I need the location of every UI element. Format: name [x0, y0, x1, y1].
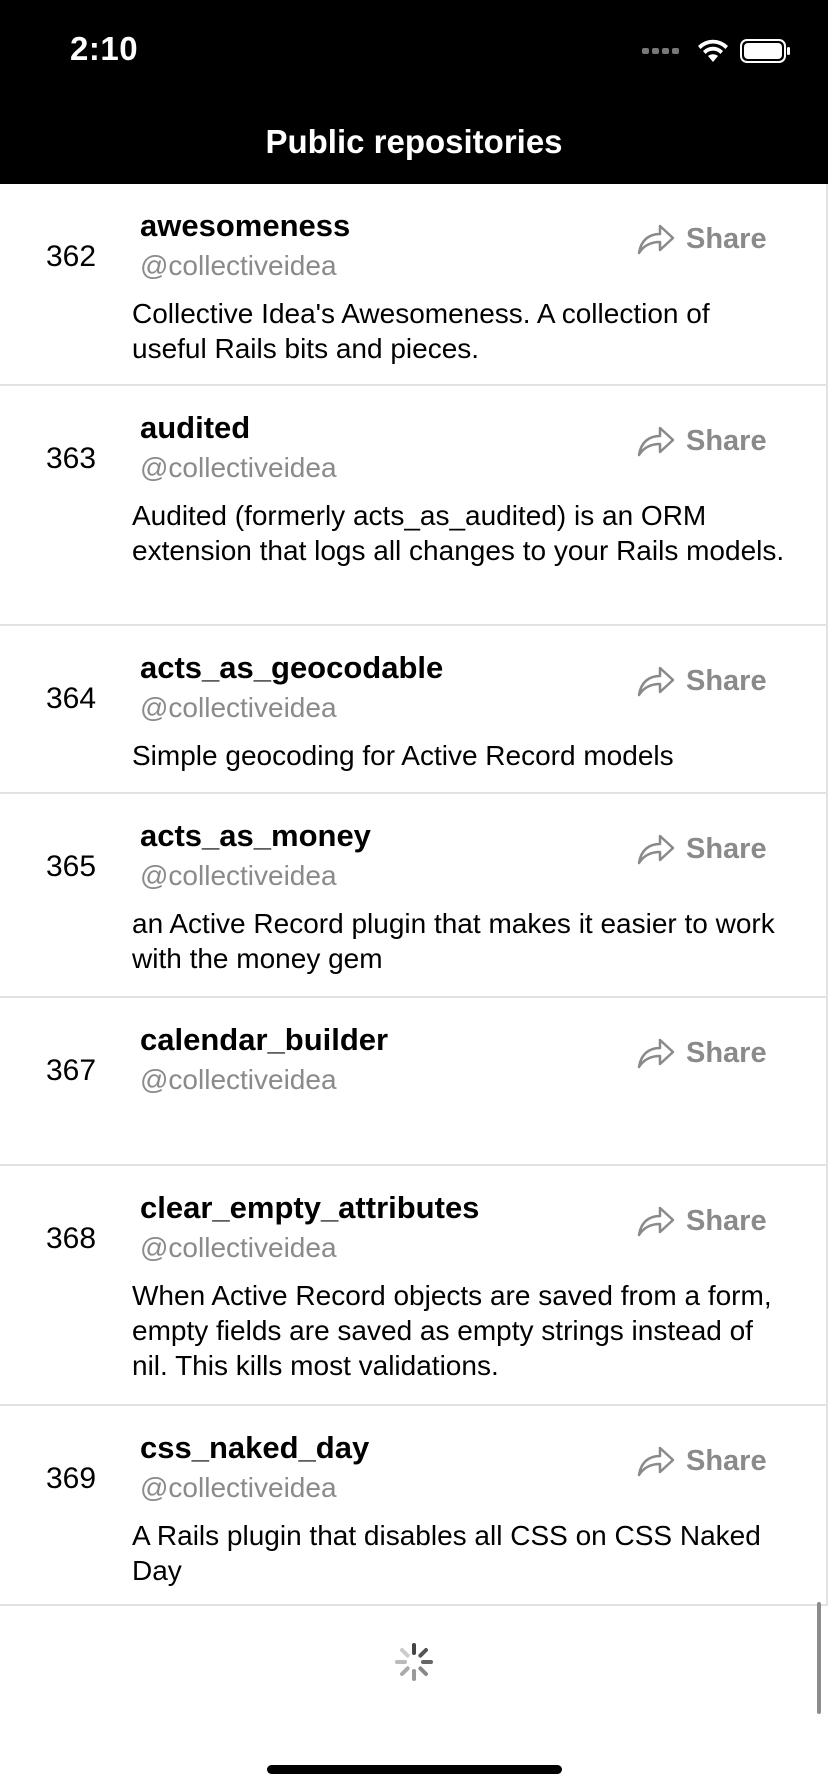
repo-description: Simple geocoding for Active Record model… [132, 740, 674, 771]
share-icon [637, 666, 675, 697]
signal-icon [642, 48, 682, 54]
share-button[interactable]: Share [636, 222, 767, 256]
share-button[interactable]: Share [636, 1204, 767, 1238]
share-button[interactable]: Share [636, 1444, 767, 1478]
repo-description: When Active Record objects are saved fro… [132, 1280, 772, 1381]
navigation-bar: Public repositories [0, 100, 828, 184]
share-button[interactable]: Share [636, 832, 767, 866]
repo-index: 363 [46, 442, 97, 475]
repo-name: css_naked_day [140, 1430, 370, 1465]
share-icon [637, 426, 675, 457]
repo-owner: @collectiveidea [140, 860, 337, 891]
repo-index: 368 [46, 1222, 97, 1255]
repo-index: 364 [46, 682, 97, 715]
repo-name: acts_as_money [140, 818, 371, 853]
repo-name: awesomeness [140, 208, 351, 243]
share-label: Share [686, 1204, 767, 1237]
share-button[interactable]: Share [636, 1036, 767, 1070]
repo-owner: @collectiveidea [140, 452, 337, 483]
share-icon [637, 834, 675, 865]
share-label: Share [686, 424, 767, 457]
share-label: Share [686, 1444, 767, 1477]
battery-icon [740, 39, 790, 63]
repo-owner: @collectiveidea [140, 1232, 337, 1263]
repo-description: Collective Idea's Awesomeness. A collect… [132, 298, 710, 364]
share-button[interactable]: Share [636, 664, 767, 698]
share-button[interactable]: Share [636, 424, 767, 458]
loading-spinner-icon [395, 1643, 433, 1681]
share-label: Share [686, 664, 767, 697]
share-icon [637, 1446, 675, 1477]
status-time: 2:10 [70, 30, 139, 67]
share-label: Share [686, 222, 767, 255]
repo-owner: @collectiveidea [140, 1064, 337, 1095]
repo-owner: @collectiveidea [140, 1472, 337, 1503]
share-label: Share [686, 832, 767, 865]
share-icon [637, 1206, 675, 1237]
status-bar: 2:10 [0, 0, 828, 100]
share-icon [637, 1038, 675, 1069]
repo-description: Audited (formerly acts_as_audited) is an… [132, 500, 785, 566]
repo-index: 367 [46, 1054, 97, 1087]
home-indicator[interactable] [267, 1765, 562, 1774]
wifi-icon [698, 39, 728, 62]
status-icons [642, 36, 792, 66]
scrollbar[interactable] [817, 1602, 821, 1714]
repo-name: audited [140, 410, 251, 445]
repo-owner: @collectiveidea [140, 250, 337, 281]
repo-index: 365 [46, 850, 97, 883]
repo-description: an Active Record plugin that makes it ea… [132, 908, 775, 974]
share-label: Share [686, 1036, 767, 1069]
share-icon [637, 224, 675, 255]
repo-description: A Rails plugin that disables all CSS on … [132, 1520, 761, 1586]
list-item[interactable]: 363 audited @collectiveidea Audited (for… [0, 386, 828, 626]
list-item[interactable]: 367 calendar_builder @collectiveidea Sha… [0, 998, 828, 1166]
repo-name: calendar_builder [140, 1022, 389, 1057]
repo-owner: @collectiveidea [140, 692, 337, 723]
repo-name: acts_as_geocodable [140, 650, 444, 685]
repo-name: clear_empty_attributes [140, 1190, 480, 1225]
list-item[interactable]: 364 acts_as_geocodable @collectiveidea S… [0, 626, 828, 794]
list-item[interactable]: 365 acts_as_money @collectiveidea an Act… [0, 794, 828, 998]
list-item[interactable]: 368 clear_empty_attributes @collectiveid… [0, 1166, 828, 1406]
repo-index: 362 [46, 240, 97, 273]
list-item[interactable]: 362 awesomeness @collectiveidea Collecti… [0, 184, 828, 386]
list-item[interactable]: 369 css_naked_day @collectiveidea A Rail… [0, 1406, 828, 1606]
repo-index: 369 [46, 1462, 97, 1495]
page-title: Public repositories [265, 123, 563, 160]
